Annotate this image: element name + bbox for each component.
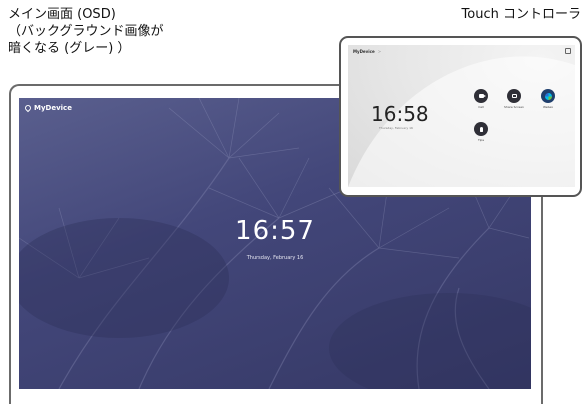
location-pin-icon <box>23 103 33 113</box>
touch-screen: MyDevice > 16:58 Thursday, February 16 Ca… <box>348 45 575 187</box>
touch-device-name[interactable]: MyDevice > <box>353 49 381 54</box>
lightbulb-icon <box>479 126 483 132</box>
webex-button[interactable]: Webex <box>536 89 560 109</box>
osd-device-name: MyDevice <box>23 103 72 113</box>
touch-controller-caption: Touch コントローラ <box>461 7 581 22</box>
panel-toggle-icon[interactable] <box>565 48 571 54</box>
webex-icon <box>544 92 552 100</box>
osd-clock: 16:57 <box>235 216 315 246</box>
osd-caption: メイン画面 (OSD) （バックグラウンド画像が 暗くなる (グレー) ） <box>8 7 164 56</box>
osd-device-label: MyDevice <box>34 104 72 112</box>
share-screen-icon <box>511 94 517 98</box>
touch-date: Thursday, February 16 <box>379 126 413 130</box>
share-screen-button[interactable]: Share Screen <box>502 89 526 109</box>
tips-button[interactable]: Tips <box>469 122 493 142</box>
touch-clock: 16:58 <box>371 102 429 126</box>
camera-icon <box>478 94 486 98</box>
osd-date: Thursday, February 16 <box>246 255 304 261</box>
call-button[interactable]: Call <box>469 89 493 109</box>
